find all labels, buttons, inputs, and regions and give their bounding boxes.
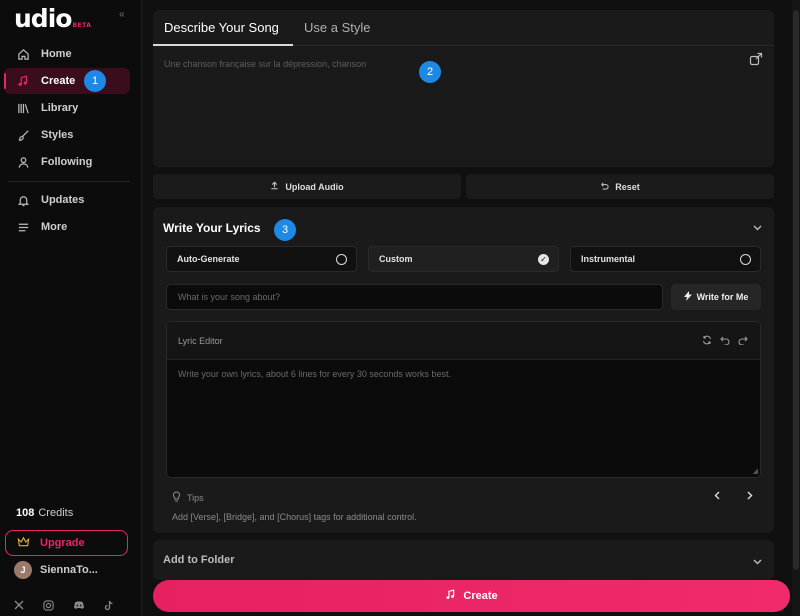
lyrics-section-title[interactable]: Write Your Lyrics: [163, 221, 261, 235]
sidebar-item-label: Following: [41, 156, 93, 168]
tips-header: Tips: [172, 491, 204, 504]
user-name: SiennaTo...: [40, 564, 98, 576]
scrollbar-thumb[interactable]: [793, 10, 799, 570]
chevron-down-icon[interactable]: [753, 557, 762, 568]
folder-panel: [153, 540, 774, 580]
user-profile[interactable]: J SiennaTo...: [14, 561, 98, 579]
lyric-editor-placeholder: Write your own lyrics, about 6 lines for…: [178, 369, 451, 379]
sidebar-item-updates[interactable]: Updates: [4, 187, 130, 213]
undo-icon[interactable]: [720, 335, 730, 348]
beta-badge: BETA: [72, 22, 92, 29]
credits-label: Credits: [38, 507, 74, 519]
sidebar-item-label: Create: [41, 75, 76, 87]
option-auto-generate[interactable]: Auto-Generate: [166, 246, 357, 272]
sidebar-item-label: Styles: [41, 129, 74, 141]
lightbulb-icon: [172, 491, 181, 504]
step-2-badge: 2: [419, 61, 441, 83]
upgrade-label: Upgrade: [40, 537, 85, 549]
add-to-folder-title[interactable]: Add to Folder: [163, 554, 235, 566]
bell-icon: [16, 193, 30, 207]
upgrade-button[interactable]: Upgrade: [5, 530, 128, 556]
option-label: Auto-Generate: [177, 254, 240, 264]
music-note-icon: [445, 589, 456, 603]
refresh-icon[interactable]: [702, 335, 712, 348]
tab-describe-your-song[interactable]: Describe Your Song: [164, 20, 279, 35]
create-label: Create: [463, 590, 498, 602]
tab-use-a-style[interactable]: Use a Style: [304, 20, 370, 35]
upload-audio-label: Upload Audio: [285, 181, 344, 192]
active-tab-indicator: [153, 44, 293, 46]
write-for-me-label: Write for Me: [696, 292, 749, 302]
home-icon: [16, 47, 30, 61]
brush-icon: [16, 128, 30, 142]
radio-icon: [336, 254, 347, 265]
credits-count: 108: [16, 507, 35, 519]
option-label: Custom: [379, 254, 413, 264]
sidebar-item-label: More: [41, 221, 68, 233]
sidebar-item-more[interactable]: More: [4, 214, 130, 240]
write-for-me-button[interactable]: Write for Me: [671, 284, 761, 310]
sidebar: udioBETA « Home Create 1 Library Styles …: [0, 0, 142, 616]
song-description-input[interactable]: Une chanson française sur la dépression,…: [164, 59, 366, 69]
udio-logo[interactable]: udioBETA: [14, 4, 91, 33]
resize-handle-icon[interactable]: ◢: [753, 467, 758, 475]
scrollbar[interactable]: [792, 0, 800, 616]
collapse-sidebar-icon[interactable]: «: [119, 9, 125, 20]
lyric-editor-header: Lyric Editor: [167, 322, 760, 360]
upload-audio-button[interactable]: Upload Audio: [153, 174, 461, 199]
person-icon: [16, 155, 30, 169]
step-1-badge: 1: [84, 70, 106, 92]
expand-icon[interactable]: [749, 52, 763, 71]
sidebar-item-styles[interactable]: Styles: [4, 122, 130, 148]
create-button[interactable]: Create: [153, 580, 790, 612]
library-icon: [16, 101, 30, 115]
lyric-editor-label: Lyric Editor: [178, 336, 223, 346]
tiktok-icon[interactable]: [100, 598, 117, 612]
sidebar-item-label: Updates: [41, 194, 85, 206]
option-custom[interactable]: Custom ✓: [368, 246, 559, 272]
tip-next-icon[interactable]: [746, 491, 753, 503]
tip-previous-icon[interactable]: [714, 491, 721, 503]
editor-toolbar: [702, 335, 748, 348]
discord-icon[interactable]: [70, 598, 87, 612]
tips-label: Tips: [187, 492, 204, 503]
sidebar-item-following[interactable]: Following: [4, 149, 130, 175]
lyric-editor[interactable]: Lyric Editor Write your own lyrics, abou…: [166, 321, 761, 478]
avatar: J: [14, 561, 32, 579]
music-note-icon: [16, 74, 30, 88]
upload-icon: [270, 181, 279, 192]
instagram-icon[interactable]: [40, 598, 57, 612]
chevron-down-icon[interactable]: [753, 223, 762, 234]
song-about-input[interactable]: What is your song about?: [166, 284, 663, 310]
reset-button[interactable]: Reset: [466, 174, 774, 199]
sidebar-divider: [8, 181, 130, 182]
reset-icon: [600, 181, 609, 192]
sidebar-item-library[interactable]: Library: [4, 95, 130, 121]
credits-display: 108 Credits: [16, 507, 73, 519]
radio-icon: [740, 254, 751, 265]
sidebar-item-label: Library: [41, 102, 79, 114]
sidebar-item-label: Home: [41, 48, 72, 60]
check-circle-icon: ✓: [538, 254, 549, 265]
sidebar-item-home[interactable]: Home: [4, 41, 130, 67]
reset-label: Reset: [615, 181, 640, 192]
social-links: [10, 598, 117, 612]
option-instrumental[interactable]: Instrumental: [570, 246, 761, 272]
option-label: Instrumental: [581, 254, 636, 264]
redo-icon[interactable]: [738, 335, 748, 348]
step-3-badge: 3: [274, 219, 296, 241]
crown-icon: [17, 536, 30, 551]
x-icon[interactable]: [10, 598, 27, 612]
tab-bar: Describe Your Song Use a Style: [153, 10, 774, 46]
menu-icon: [16, 220, 30, 234]
sidebar-item-create[interactable]: Create: [4, 68, 130, 94]
lightning-icon: [683, 291, 692, 303]
tip-text: Add [Verse], [Bridge], and [Chorus] tags…: [172, 512, 417, 522]
